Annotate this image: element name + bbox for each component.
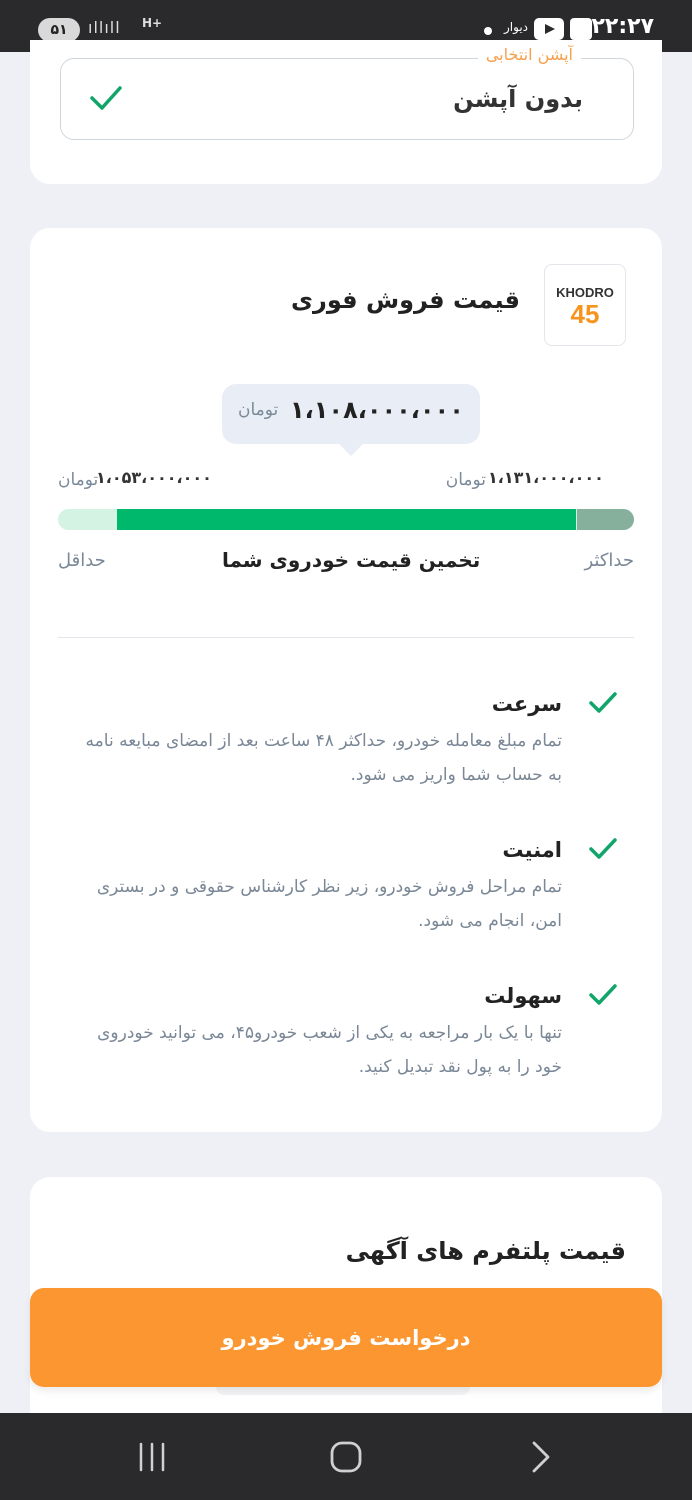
estimate-price: ۱،۱۰۸،۰۰۰،۰۰۰ <box>290 396 464 424</box>
feature-security: امنیت تمام مراحل فروش خودرو، زیر نظر کار… <box>78 830 618 938</box>
back-icon[interactable] <box>520 1439 560 1475</box>
feature-speed: سرعت تمام مبلغ معامله خودرو، حداکثر ۴۸ س… <box>78 684 618 792</box>
check-icon <box>89 83 123 117</box>
feature-title: امنیت <box>502 838 562 862</box>
price-range-max-segment <box>577 509 634 530</box>
check-icon <box>588 690 618 720</box>
check-icon <box>588 836 618 866</box>
estimate-bubble: تومان ۱،۱۰۸،۰۰۰،۰۰۰ <box>222 384 480 456</box>
option-value: بدون آپشن <box>453 85 583 113</box>
feature-title: سرعت <box>491 692 562 716</box>
notification-dot-icon <box>484 27 492 35</box>
sell-request-button[interactable]: درخواست فروش خودرو <box>30 1288 662 1387</box>
option-legend: آپشن انتخابی <box>477 45 581 65</box>
max-unit: تومان <box>445 470 486 490</box>
min-price: ۱،۰۵۳،۰۰۰،۰۰۰ <box>96 468 212 487</box>
option-card: آپشن انتخابی بدون آپشن <box>30 40 662 184</box>
network-type: H+ <box>142 16 163 30</box>
price-range-fill <box>117 509 576 530</box>
app-notification-icon <box>570 18 592 40</box>
instant-sale-card: KHODRO 45 قیمت فروش فوری تومان ۱،۱۰۸،۰۰۰… <box>30 228 662 1132</box>
battery-indicator: ۵۱ <box>38 18 80 42</box>
youtube-icon <box>534 18 564 40</box>
feature-title: سهولت <box>484 984 562 1008</box>
check-icon <box>588 982 618 1012</box>
khodro45-logo: KHODRO 45 <box>544 264 626 346</box>
max-label: حداکثر <box>584 550 634 571</box>
max-price: ۱،۱۳۱،۰۰۰،۰۰۰ <box>488 468 604 487</box>
option-select[interactable]: آپشن انتخابی بدون آپشن <box>60 45 634 140</box>
system-navigation-bar <box>0 1413 692 1500</box>
price-range-bar <box>58 509 634 530</box>
feature-description: تمام مبلغ معامله خودرو، حداکثر ۴۸ ساعت ب… <box>85 731 562 785</box>
platforms-title: قیمت پلتفرم های آگهی <box>345 1237 626 1265</box>
range-caption: تخمین قیمت خودروی شما <box>222 548 481 572</box>
divider <box>58 637 634 638</box>
home-icon[interactable] <box>326 1439 366 1475</box>
feature-ease: سهولت تنها با یک بار مراجعه به یکی از شع… <box>78 976 618 1084</box>
feature-description: تنها با یک بار مراجعه به یکی از شعب خودر… <box>97 1023 562 1077</box>
clock: ۲۲:۲۷ <box>591 14 654 39</box>
signal-icon: ıllıll <box>88 18 121 37</box>
min-unit: تومان <box>58 470 99 490</box>
min-label: حداقل <box>58 550 106 571</box>
recents-icon[interactable] <box>132 1439 172 1475</box>
card-title: قیمت فروش فوری <box>291 286 520 314</box>
estimate-unit: تومان <box>238 400 279 420</box>
app-notification-label: دیوار <box>503 20 528 34</box>
feature-description: تمام مراحل فروش خودرو، زیر نظر کارشناس ح… <box>96 877 562 931</box>
